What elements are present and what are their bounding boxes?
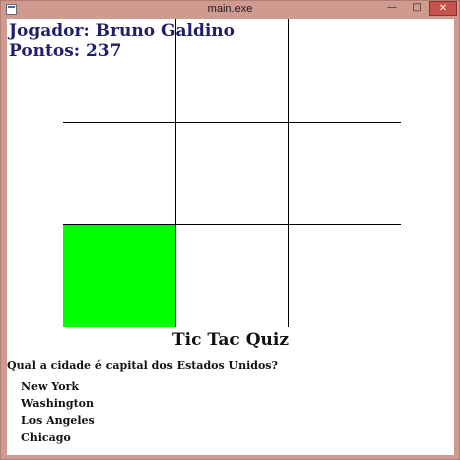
title-bar[interactable]: main.exe — □ ✕ xyxy=(1,1,459,19)
game-title: Tic Tac Quiz xyxy=(172,330,289,350)
answer-option[interactable]: Los Angeles xyxy=(21,414,95,427)
app-window: main.exe — □ ✕ Jogador: Bruno Galdino Po… xyxy=(0,0,460,460)
answer-option[interactable]: Washington xyxy=(21,397,94,410)
player-name: Jogador: Bruno Galdino xyxy=(9,21,235,41)
board-cell[interactable] xyxy=(289,122,401,224)
board-cell[interactable] xyxy=(289,225,401,327)
game-canvas: Jogador: Bruno Galdino Pontos: 237 Tic T… xyxy=(7,19,454,455)
grid-line-horizontal xyxy=(63,122,401,123)
grid-line-vertical xyxy=(288,19,289,327)
grid-line-vertical xyxy=(175,19,176,327)
player-score: Pontos: 237 xyxy=(9,41,122,61)
answer-option[interactable]: New York xyxy=(21,380,79,393)
close-button[interactable]: ✕ xyxy=(429,1,457,16)
maximize-button[interactable]: □ xyxy=(405,1,429,16)
board-cell[interactable] xyxy=(63,122,175,224)
quiz-question: Qual a cidade é capital dos Estados Unid… xyxy=(7,359,278,372)
tic-tac-toe-board xyxy=(63,19,401,327)
board-cell[interactable] xyxy=(176,225,288,327)
grid-line-horizontal xyxy=(63,224,401,225)
board-cell[interactable] xyxy=(289,19,401,121)
board-cell[interactable] xyxy=(176,122,288,224)
board-cell[interactable] xyxy=(63,225,175,327)
answer-option[interactable]: Chicago xyxy=(21,431,71,444)
minimize-button[interactable]: — xyxy=(379,1,405,16)
